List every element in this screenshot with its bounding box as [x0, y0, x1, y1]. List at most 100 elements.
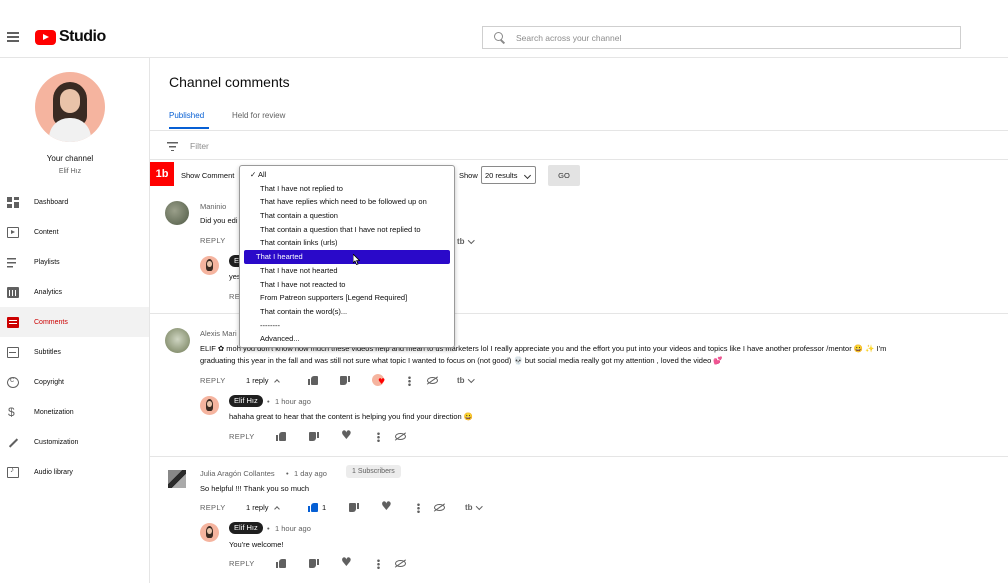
sidebar-item-label: Playlists — [34, 258, 60, 266]
search-placeholder: Search across your channel — [516, 32, 622, 43]
tubebuddy-logo[interactable]: 1b — [150, 162, 174, 186]
sidebar-item-content[interactable]: Content — [0, 217, 149, 247]
dropdown-option[interactable]: That contain links (urls) — [244, 236, 450, 250]
sidebar-item-copyright[interactable]: Copyright — [0, 367, 149, 397]
tubebuddy-menu-icon[interactable]: tb — [465, 503, 481, 512]
reply-time[interactable]: 1 hour ago — [275, 524, 311, 533]
menu-icon[interactable] — [7, 32, 19, 44]
sidebar-item-label: Content — [34, 228, 59, 236]
hide-user-icon[interactable] — [395, 433, 406, 440]
dropdown-option[interactable]: That contain a question — [244, 209, 450, 223]
avatar[interactable] — [165, 201, 189, 225]
hide-user-icon[interactable] — [434, 504, 445, 511]
heart-icon[interactable] — [341, 428, 352, 442]
reply-button[interactable]: REPLY — [200, 503, 226, 512]
your-channel-label: Your channel — [46, 154, 94, 163]
replies-toggle[interactable]: 1 reply — [246, 376, 280, 385]
dropdown-option[interactable]: That I have not hearted — [244, 264, 450, 278]
avatar[interactable] — [200, 523, 219, 542]
more-options-icon[interactable] — [377, 432, 380, 442]
subtitles-icon — [7, 346, 19, 358]
tubebuddy-menu-icon[interactable]: tb — [457, 237, 473, 246]
like-icon[interactable] — [308, 503, 318, 512]
dropdown-option[interactable]: That contain the word(s)... — [244, 305, 450, 319]
dropdown-option[interactable]: Advanced... — [244, 332, 450, 346]
comments-icon — [7, 316, 19, 328]
reply-button[interactable]: REPLY — [200, 236, 226, 245]
like-icon[interactable] — [308, 376, 318, 385]
heart-icon[interactable] — [381, 499, 392, 513]
replies-toggle[interactable]: 1 reply — [246, 503, 280, 512]
dropdown-option[interactable]: That contain a question that I have not … — [244, 223, 450, 237]
tubebuddy-menu-icon[interactable]: tb — [457, 376, 473, 385]
more-options-icon[interactable] — [377, 559, 380, 569]
tab-published[interactable]: Published — [169, 111, 204, 120]
results-per-page-select[interactable]: 20 results — [481, 166, 536, 184]
content-icon — [7, 226, 19, 238]
reply-button[interactable]: REPLY — [200, 376, 226, 385]
comment-author[interactable]: Maninio — [200, 202, 226, 211]
sidebar-item-subtitles[interactable]: Subtitles — [0, 337, 149, 367]
dot-separator: • — [286, 469, 289, 478]
reply-text: hahaha great to hear that the content is… — [229, 412, 474, 421]
go-button[interactable]: GO — [548, 165, 580, 186]
sidebar-item-audio-library[interactable]: Audio library — [0, 457, 149, 487]
like-icon[interactable] — [276, 432, 286, 441]
youtube-play-icon — [35, 29, 56, 45]
sidebar-item-comments[interactable]: Comments — [0, 307, 149, 337]
analytics-icon — [7, 286, 19, 298]
reply-button[interactable]: REPLY — [229, 432, 255, 441]
dropdown-option[interactable]: That I have not reacted to — [244, 278, 450, 292]
comment-author[interactable]: Julia Aragón Collantes — [200, 469, 275, 478]
dropdown-option-selected[interactable]: That I hearted — [244, 250, 450, 264]
hide-user-icon[interactable] — [395, 560, 406, 567]
dropdown-option[interactable]: ✓ All — [244, 168, 450, 182]
more-options-icon[interactable] — [408, 376, 411, 386]
hide-user-icon[interactable] — [427, 377, 438, 384]
sidebar-item-monetization[interactable]: Monetization — [0, 397, 149, 427]
youtube-studio-logo[interactable]: Studio — [35, 28, 106, 46]
avatar[interactable] — [168, 470, 186, 488]
comment-author[interactable]: Alexis Mari — [200, 329, 237, 338]
avatar[interactable] — [200, 396, 219, 415]
filter-divider — [150, 159, 1008, 160]
chevron-up-icon — [273, 379, 280, 385]
sidebar-item-dashboard[interactable]: Dashboard — [0, 187, 149, 217]
filter-input[interactable]: Filter — [190, 141, 209, 151]
sidebar-item-customization[interactable]: Customization — [0, 427, 149, 457]
tab-held-for-review[interactable]: Held for review — [232, 111, 285, 120]
author-chip[interactable]: Elif Hız — [229, 395, 263, 407]
dislike-icon[interactable] — [309, 432, 319, 441]
dropdown-option[interactable]: From Patreon supporters [Legend Required… — [244, 291, 450, 305]
dislike-icon[interactable] — [340, 376, 350, 385]
dropdown-option[interactable]: That have replies which need to be follo… — [244, 195, 450, 209]
dropdown-option[interactable]: That I have not replied to — [244, 182, 450, 196]
filter-icon[interactable] — [167, 142, 178, 151]
dislike-icon[interactable] — [309, 559, 319, 568]
dislike-icon[interactable] — [349, 503, 359, 512]
sidebar-item-label: Comments — [34, 318, 68, 326]
comment-time[interactable]: 1 day ago — [294, 469, 327, 478]
more-options-icon[interactable] — [417, 503, 420, 513]
creator-heart-icon[interactable] — [372, 374, 385, 386]
like-icon[interactable] — [276, 559, 286, 568]
avatar[interactable] — [165, 328, 190, 353]
sidebar-item-label: Analytics — [34, 288, 63, 296]
show-label: Show — [459, 171, 478, 180]
copyright-icon — [7, 375, 19, 388]
sidebar-item-analytics[interactable]: Analytics — [0, 277, 149, 307]
reply-time[interactable]: 1 hour ago — [275, 397, 311, 406]
sidebar-item-playlists[interactable]: Playlists — [0, 247, 149, 277]
avatar[interactable] — [200, 256, 219, 275]
sidebar-item-label: Dashboard — [34, 198, 69, 206]
reply-button[interactable]: REPLY — [229, 559, 255, 568]
comment-filter-dropdown[interactable]: ✓ All That I have not replied to That ha… — [239, 165, 455, 348]
search-input[interactable]: Search across your channel — [482, 26, 961, 49]
channel-avatar[interactable] — [35, 72, 105, 142]
author-chip[interactable]: Elif Hız — [229, 522, 263, 534]
heart-icon[interactable] — [341, 555, 352, 569]
comment-text: Did you edi — [200, 216, 238, 225]
top-bar: Studio Search across your channel — [0, 0, 1008, 58]
logo-text: Studio — [59, 28, 106, 45]
monetization-icon — [7, 405, 19, 419]
